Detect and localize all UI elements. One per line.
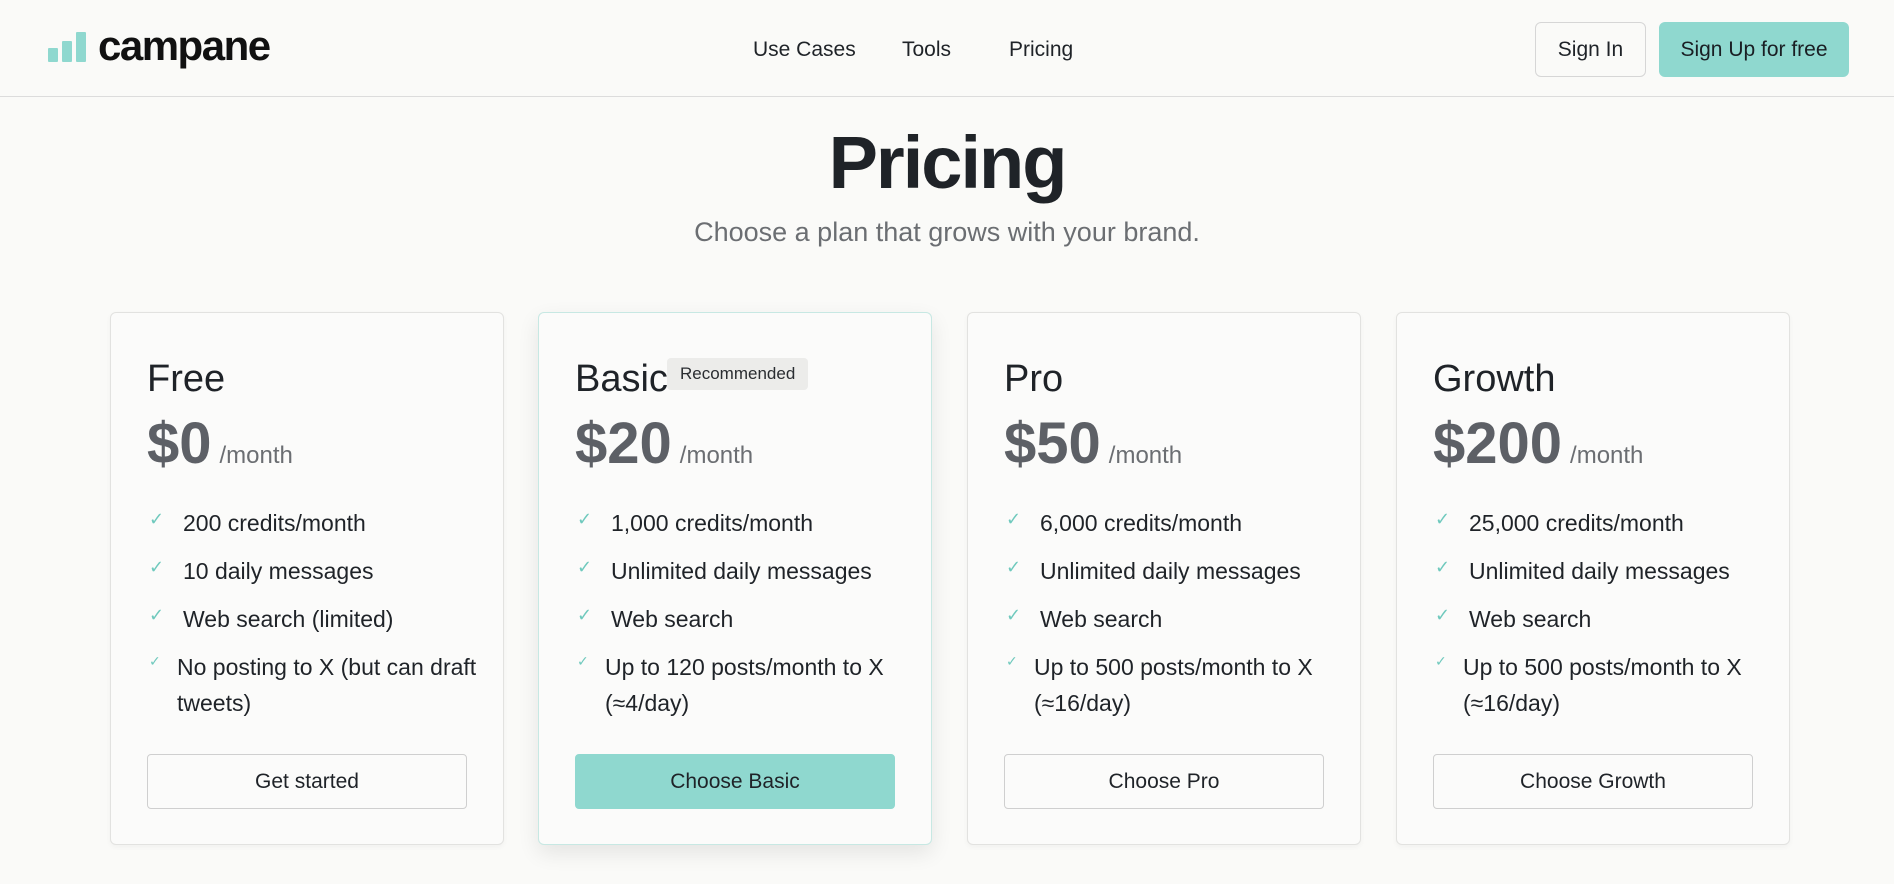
check-icon: ✓ xyxy=(149,509,165,529)
feature-list: ✓ 6,000 credits/month ✓ Unlimited daily me… xyxy=(1004,505,1334,733)
feature-item: ✓ Up to 120 posts/month to X (≈4/day) xyxy=(575,649,905,721)
plan-name: Pro xyxy=(1004,358,1064,400)
check-icon: ✓ xyxy=(1006,605,1022,625)
check-icon: ✓ xyxy=(577,605,593,625)
feature-item: ✓ 1,000 credits/month xyxy=(577,509,814,536)
feature-list: ✓ 25,000 credits/month ✓ Unlimited daily m… xyxy=(1433,505,1763,733)
check-icon: ✓ xyxy=(577,509,593,529)
feature-item: ✓ Web search xyxy=(1435,605,1592,632)
price-period: /month xyxy=(219,442,293,469)
plan-price: $20 /month xyxy=(575,409,753,479)
feature-item: ✓ Unlimited daily messages xyxy=(577,557,872,584)
feature-item: ✓ 10 daily messages xyxy=(149,557,374,584)
plan-card-growth: Growth $200 /month ✓ 25,000 credits/month… xyxy=(1396,312,1790,845)
check-icon: ✓ xyxy=(1435,653,1447,669)
feature-item: ✓ Unlimited daily messages xyxy=(1435,557,1730,584)
feature-item: ✓ 6,000 credits/month xyxy=(1006,509,1243,536)
price-amount: $0 xyxy=(147,411,212,476)
price-period: /month xyxy=(1570,442,1644,469)
plan-price: $200 /month xyxy=(1433,409,1643,479)
feature-item: ✓ 200 credits/month xyxy=(149,509,366,536)
plan-card-basic: Basic Recommended $20 /month ✓ 1,000 cred… xyxy=(538,312,932,845)
price-period: /month xyxy=(679,442,754,469)
price-period: /month xyxy=(1108,442,1183,469)
plan-name: Basic xyxy=(575,358,668,400)
feature-list: ✓ 1,000 credits/month ✓ Unlimited daily me… xyxy=(575,505,905,733)
check-icon: ✓ xyxy=(149,605,165,625)
feature-item: ✓ Web search xyxy=(1006,605,1163,632)
page-subtitle: Choose a plan that grows with your brand… xyxy=(694,217,1200,247)
get-started-button[interactable]: Get started xyxy=(147,754,467,809)
check-icon: ✓ xyxy=(577,653,589,669)
plan-card-free: Free $0 /month ✓ 200 credits/month ✓ 10 da… xyxy=(110,312,504,845)
sign-up-button[interactable]: Sign Up for free xyxy=(1659,22,1849,77)
check-icon: ✓ xyxy=(577,557,593,577)
feature-item: ✓ Web search (limited) xyxy=(149,605,394,632)
feature-item: ✓ Unlimited daily messages xyxy=(1006,557,1301,584)
nav-link-pricing[interactable]: Pricing xyxy=(1009,38,1073,62)
feature-list: ✓ 200 credits/month ✓ 10 daily messages ✓ W… xyxy=(147,505,477,733)
nav-link-use-cases[interactable]: Use Cases xyxy=(753,38,856,62)
price-amount: $200 xyxy=(1433,411,1563,476)
check-icon: ✓ xyxy=(1006,557,1022,577)
choose-pro-button[interactable]: Choose Pro xyxy=(1004,754,1324,809)
plan-name: Free xyxy=(147,358,226,400)
plan-price: $50 /month xyxy=(1004,409,1182,479)
feature-item: ✓ 25,000 credits/month xyxy=(1435,509,1684,536)
check-icon: ✓ xyxy=(149,653,161,669)
page-title: Pricing xyxy=(828,121,1068,204)
check-icon: ✓ xyxy=(149,557,165,577)
price-amount: $20 xyxy=(575,411,672,476)
feature-item: ✓ Web search xyxy=(577,605,734,632)
feature-item: ✓ No posting to X (but can draft tweets) xyxy=(147,649,477,721)
plan-name: Growth xyxy=(1433,358,1556,400)
price-amount: $50 xyxy=(1004,411,1101,476)
feature-item: ✓ Up to 500 posts/month to X (≈16/day) xyxy=(1433,649,1763,721)
feature-item: ✓ Up to 500 posts/month to X (≈16/day) xyxy=(1004,649,1334,721)
check-icon: ✓ xyxy=(1435,509,1451,529)
check-icon: ✓ xyxy=(1435,557,1451,577)
sign-in-button[interactable]: Sign In xyxy=(1535,22,1646,77)
plan-card-pro: Pro $50 /month ✓ 6,000 credits/month ✓ Unl… xyxy=(967,312,1361,845)
nav-link-tools[interactable]: Tools xyxy=(902,38,951,62)
check-icon: ✓ xyxy=(1006,653,1018,669)
check-icon: ✓ xyxy=(1435,605,1451,625)
top-navbar: campane Use Cases Tools Pricing Sign In … xyxy=(0,0,1894,97)
plan-price: $0 /month xyxy=(147,409,293,479)
choose-growth-button[interactable]: Choose Growth xyxy=(1433,754,1753,809)
recommended-badge: Recommended xyxy=(667,358,809,390)
choose-basic-button[interactable]: Choose Basic xyxy=(575,754,895,809)
check-icon: ✓ xyxy=(1006,509,1022,529)
